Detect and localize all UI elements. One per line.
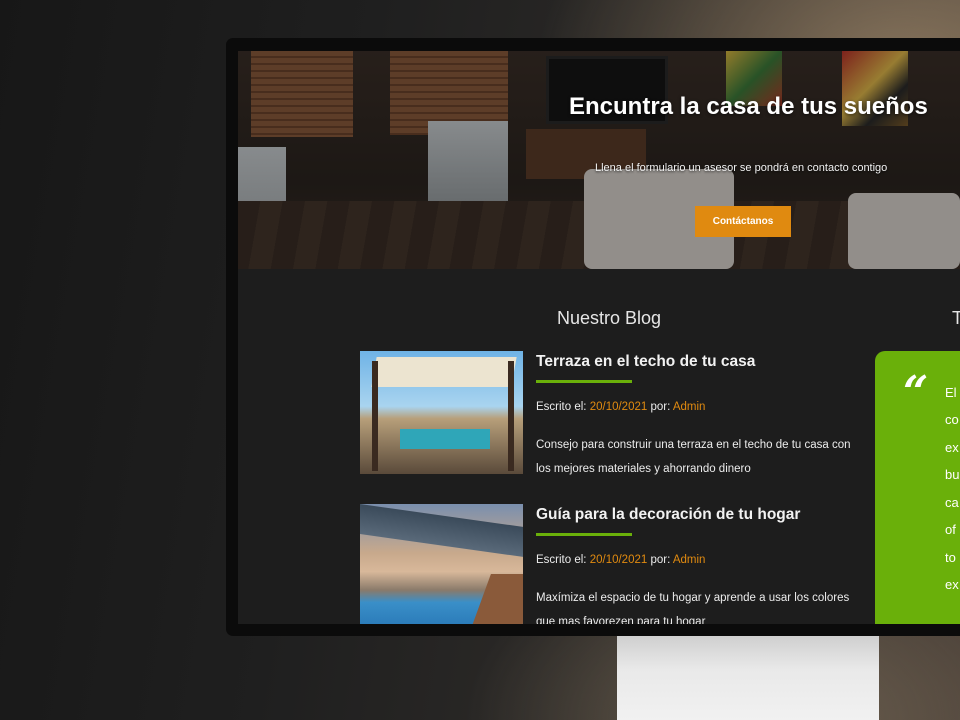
by-label: por: xyxy=(650,401,671,413)
deck xyxy=(469,574,523,624)
post-excerpt: Maxímiza el espacio de tu hogar y aprend… xyxy=(536,592,850,624)
couch xyxy=(400,429,490,449)
website-screen: Encuntra la casa de tus sueños Llena el … xyxy=(238,51,960,624)
post-title[interactable]: Terraza en el techo de tu casa xyxy=(536,353,755,371)
roof xyxy=(360,504,523,557)
testimonial-text: co xyxy=(945,412,959,427)
testimonials-section-title: T xyxy=(952,308,960,328)
blog-section-title: Nuestro Blog xyxy=(557,308,662,328)
hero-title: Encuntra la casa de tus sueños xyxy=(569,93,928,120)
quote-icon: “ xyxy=(903,367,929,418)
post-meta: Escrito el: 20/10/2021 por: Admin xyxy=(536,554,705,566)
monitor-stand xyxy=(617,636,879,720)
post-thumbnail[interactable] xyxy=(360,504,523,624)
title-underline xyxy=(536,533,632,536)
post-meta: Escrito el: 20/10/2021 por: Admin xyxy=(536,401,705,413)
title-underline xyxy=(536,380,632,383)
post-date: 20/10/2021 xyxy=(589,554,648,566)
hero-banner: Encuntra la casa de tus sueños Llena el … xyxy=(238,51,960,269)
written-label: Escrito el: xyxy=(536,401,587,413)
testimonial-text: to xyxy=(945,550,956,565)
post-thumbnail[interactable] xyxy=(360,351,523,474)
post-date: 20/10/2021 xyxy=(589,401,648,413)
post-title[interactable]: Guía para la decoración de tu hogar xyxy=(536,506,800,524)
testimonial-text: of xyxy=(945,522,956,537)
testimonial-text: ex xyxy=(945,440,959,455)
post-author[interactable]: Admin xyxy=(673,401,706,413)
pergola-post xyxy=(372,361,378,471)
post-excerpt: Consejo para construir una terraza en el… xyxy=(536,439,851,475)
hero-overlay xyxy=(238,51,960,269)
pergola-post xyxy=(508,361,514,471)
testimonial-text: bu xyxy=(945,467,960,482)
canopy xyxy=(371,357,517,387)
testimonial-text: ca xyxy=(945,495,959,510)
testimonial-card: “ El co ex bu ca of to ex xyxy=(875,351,960,624)
testimonial-text: El xyxy=(945,385,957,400)
post-author[interactable]: Admin xyxy=(673,554,706,566)
by-label: por: xyxy=(650,554,671,566)
contact-button[interactable]: Contáctanos xyxy=(695,206,791,237)
testimonial-text: ex xyxy=(945,577,959,592)
written-label: Escrito el: xyxy=(536,554,587,566)
hero-subtitle: Llena el formulario un asesor se pondrá … xyxy=(595,162,888,174)
